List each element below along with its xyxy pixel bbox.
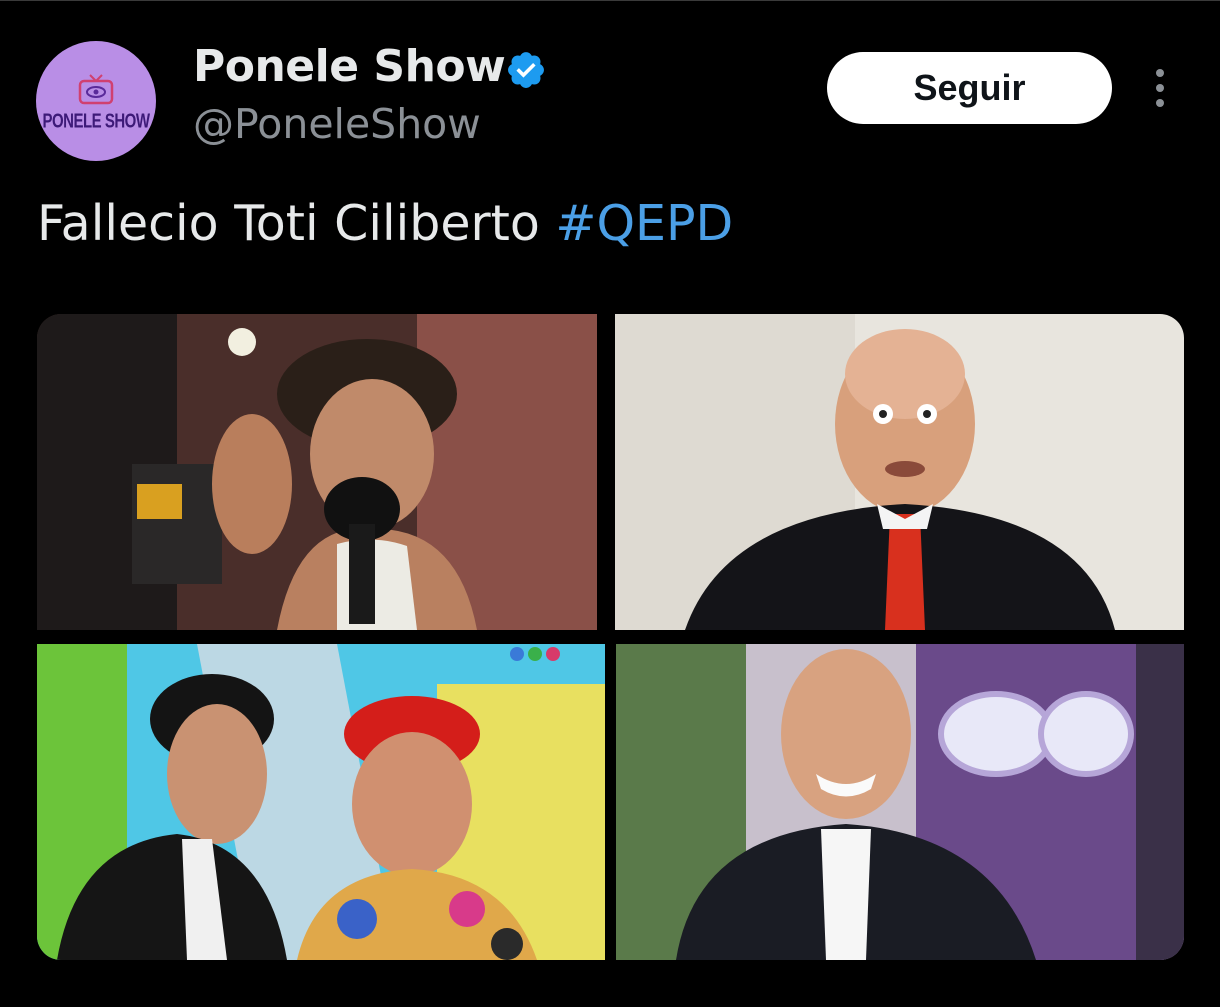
follow-button[interactable]: Seguir: [827, 52, 1112, 124]
media-grid: [37, 314, 1184, 960]
avatar-label: PONELE SHOW: [42, 109, 150, 133]
tweet-body: Fallecio Toti Ciliberto: [37, 195, 556, 252]
more-dot: [1156, 69, 1164, 77]
user-handle[interactable]: @PoneleShow: [193, 99, 481, 149]
hashtag-link[interactable]: #QEPD: [555, 195, 733, 252]
tweet-card: PONELE SHOW Ponele Show @PoneleShow Segu…: [0, 0, 1220, 1007]
photo-1-image: [37, 314, 597, 630]
more-vertical-icon[interactable]: [1142, 65, 1178, 111]
photo-3[interactable]: [37, 644, 605, 960]
tweet-text: Fallecio Toti Ciliberto #QEPD: [37, 193, 733, 255]
tv-logo-icon: [78, 73, 114, 104]
display-name[interactable]: Ponele Show: [193, 41, 506, 93]
photo-4-image: [616, 644, 1184, 960]
photo-2[interactable]: [615, 314, 1184, 630]
more-dot: [1156, 84, 1164, 92]
photo-2-image: [615, 314, 1184, 630]
verified-badge-icon: [508, 52, 544, 88]
photo-3-image: [37, 644, 605, 960]
photo-1[interactable]: [37, 314, 597, 630]
more-dot: [1156, 99, 1164, 107]
photo-4[interactable]: [616, 644, 1184, 960]
avatar[interactable]: PONELE SHOW: [36, 41, 156, 161]
